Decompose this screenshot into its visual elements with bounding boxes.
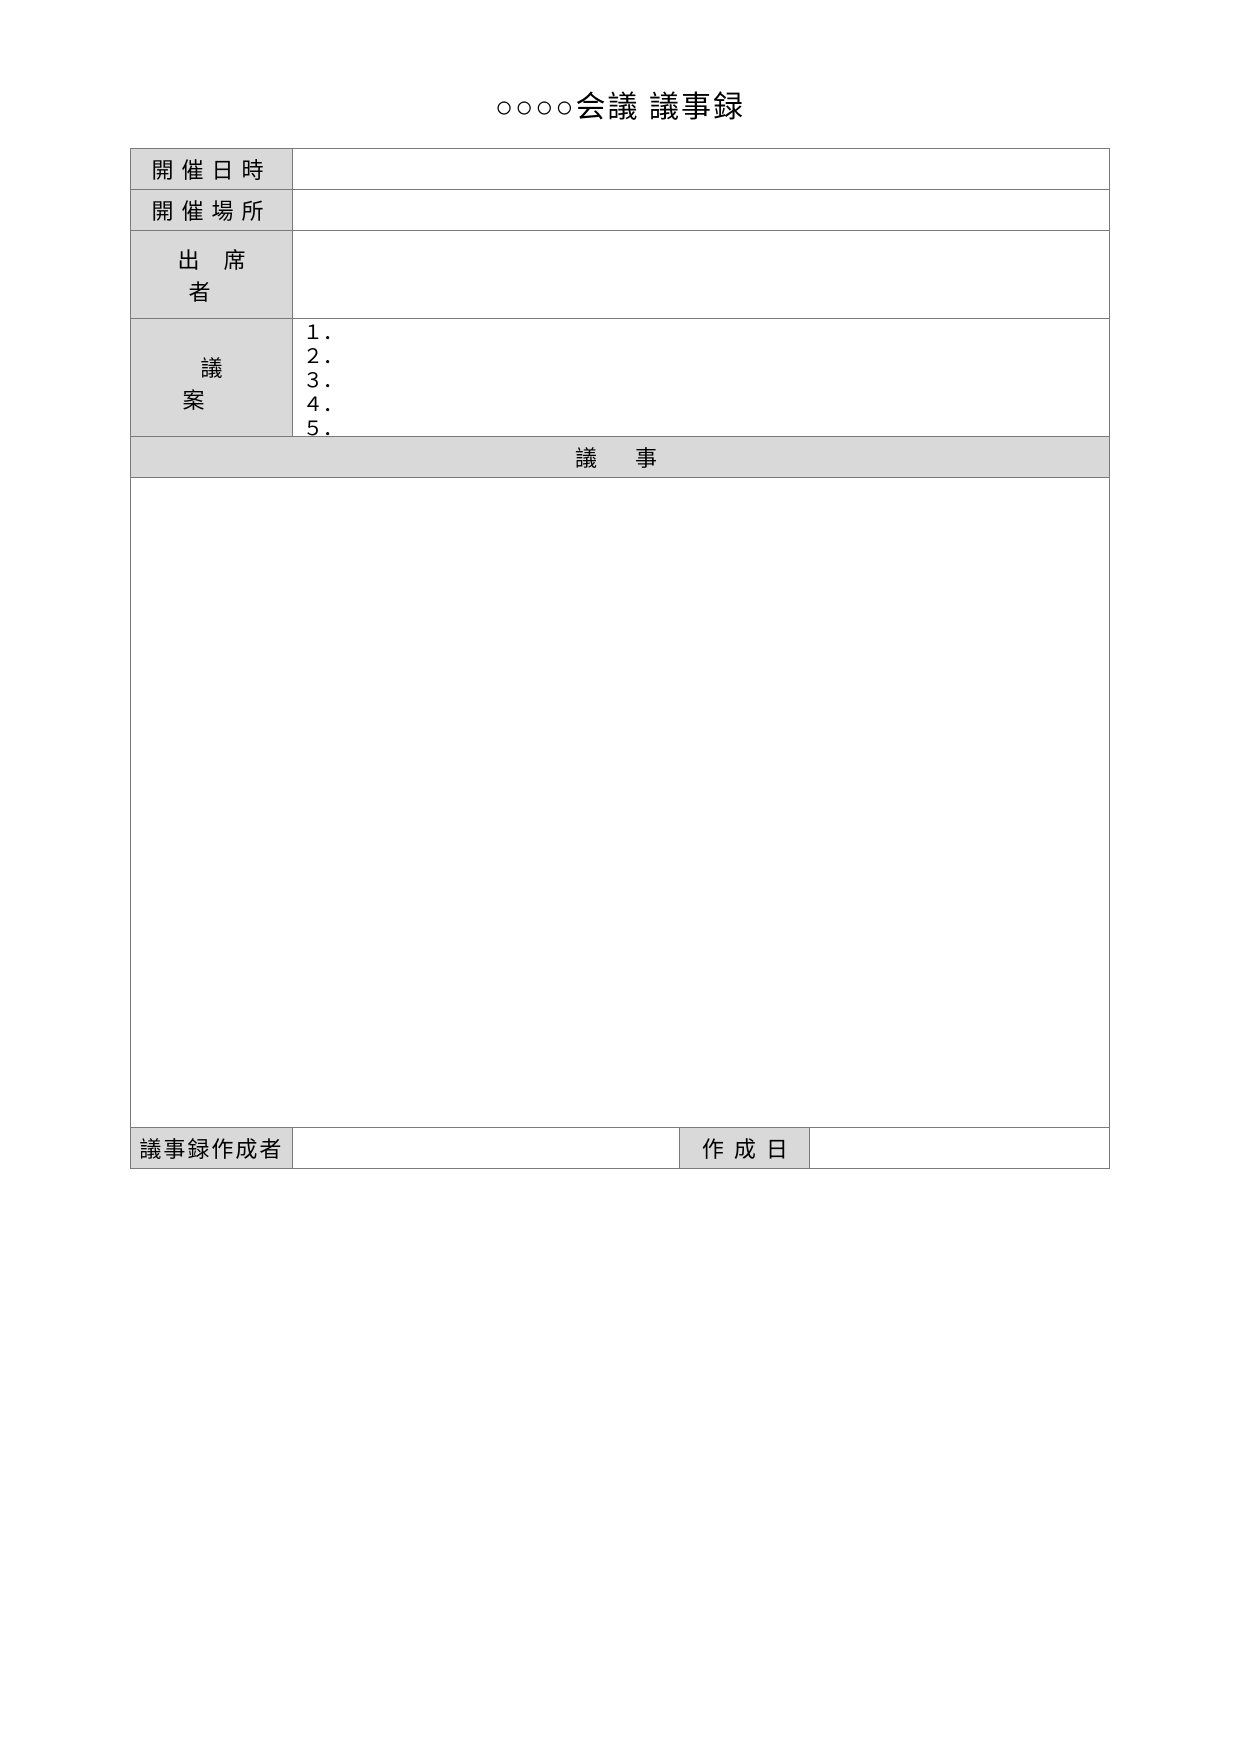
value-datetime bbox=[292, 149, 1109, 190]
label-proceedings: 議 事 bbox=[131, 437, 1110, 478]
label-attendees: 出席者 bbox=[131, 231, 293, 319]
value-proceedings bbox=[131, 478, 1110, 1128]
value-attendees bbox=[292, 231, 1109, 319]
header-table: 開催日時 開催場所 出席者 議案 １． ２． ３． ４． ５． bbox=[130, 148, 1110, 448]
value-agenda: １． ２． ３． ４． ５． bbox=[292, 319, 1109, 448]
agenda-item: ３． bbox=[303, 371, 1103, 395]
label-datetime: 開催日時 bbox=[131, 149, 293, 190]
agenda-item: ４． bbox=[303, 395, 1103, 419]
agenda-item: １． bbox=[303, 323, 1103, 347]
label-recorder: 議事録作成者 bbox=[131, 1128, 293, 1169]
value-location bbox=[292, 190, 1109, 231]
value-created-date bbox=[810, 1128, 1110, 1169]
document-title: ○○○○会議 議事録 bbox=[0, 82, 1240, 126]
value-recorder bbox=[292, 1128, 680, 1169]
label-created-date: 作成日 bbox=[680, 1128, 810, 1169]
meeting-minutes-page: ○○○○会議 議事録 開催日時 開催場所 出席者 議案 １． ２． ３． ４． … bbox=[0, 0, 1240, 1755]
label-location: 開催場所 bbox=[131, 190, 293, 231]
proceedings-table: 議 事 議事録作成者 作成日 bbox=[130, 436, 1110, 1169]
agenda-item: ２． bbox=[303, 347, 1103, 371]
label-agenda: 議案 bbox=[131, 319, 293, 448]
